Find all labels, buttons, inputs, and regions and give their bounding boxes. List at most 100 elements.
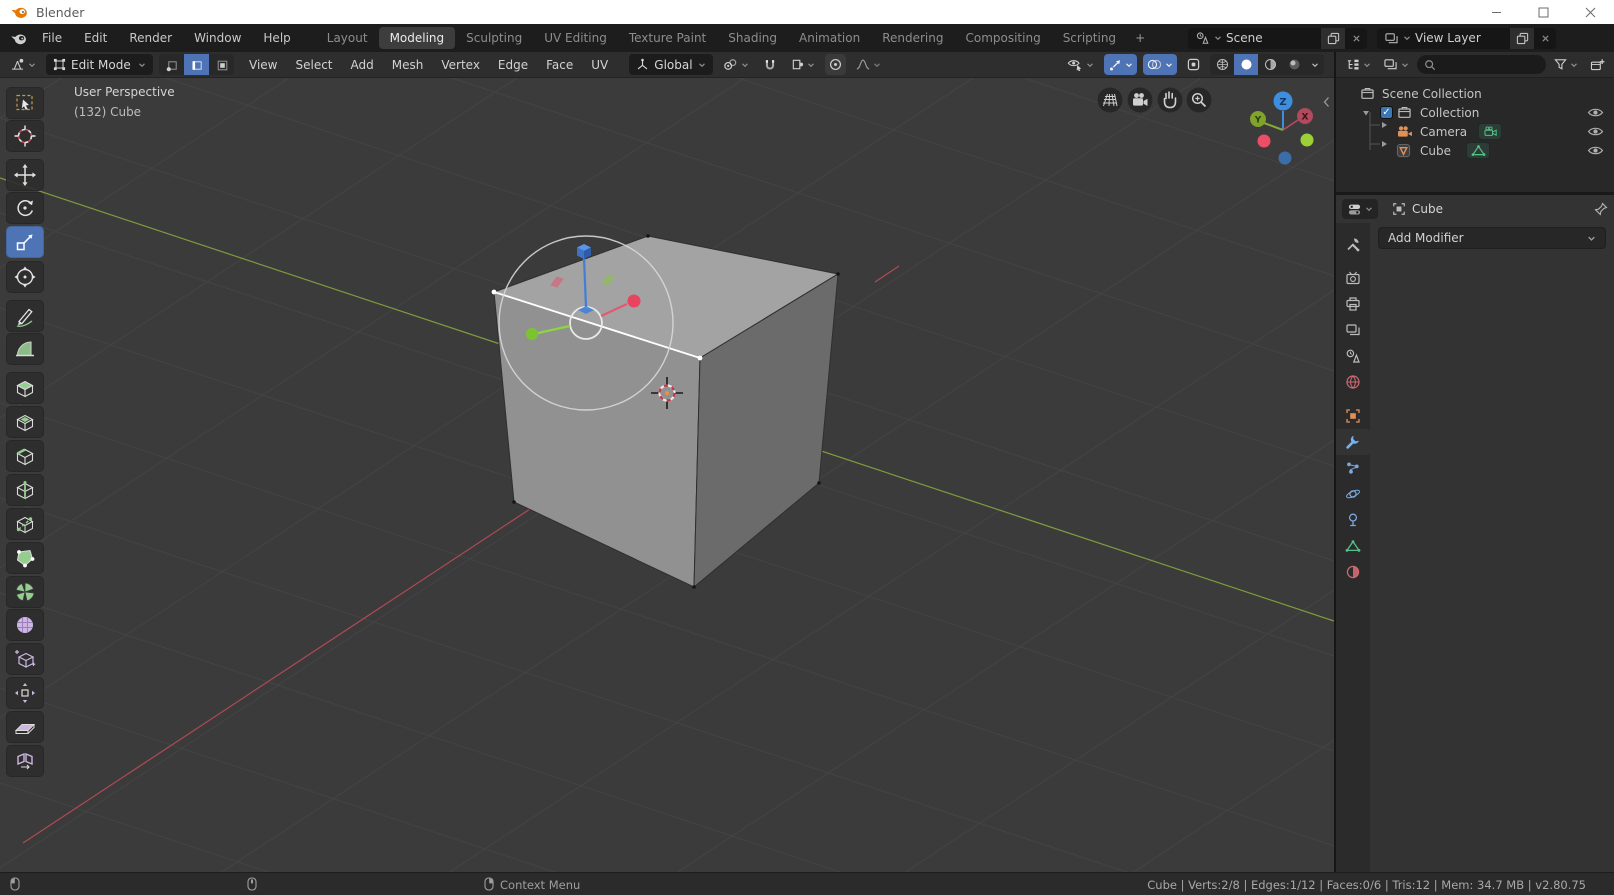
menu-add[interactable]: Add [342, 55, 383, 75]
tool-bevel[interactable] [6, 440, 44, 472]
navigation-gizmo[interactable]: Z Y X [1250, 92, 1314, 165]
properties-tab-modifiers[interactable] [1336, 429, 1370, 455]
face-select-button[interactable] [209, 54, 234, 75]
tool-inset-faces[interactable] [6, 406, 44, 438]
menu-vertex[interactable]: Vertex [432, 55, 489, 75]
mode-dropdown[interactable]: Edit Mode [46, 54, 153, 75]
menu-uv[interactable]: UV [582, 55, 617, 75]
shading-wireframe-button[interactable] [1210, 54, 1234, 75]
workspace-tab-compositing[interactable]: Compositing [954, 27, 1051, 49]
pivot-point-dropdown[interactable] [719, 54, 753, 75]
maximize-button[interactable] [1520, 0, 1567, 24]
xray-toggle-button[interactable] [1183, 54, 1204, 75]
properties-tab-tool[interactable] [1336, 231, 1370, 257]
workspace-tab-modeling[interactable]: Modeling [379, 27, 456, 49]
tool-transform[interactable] [6, 261, 44, 293]
vertex-select-button[interactable] [159, 54, 184, 75]
toggle-grid-button[interactable] [1098, 88, 1123, 113]
new-scene-button[interactable] [1321, 28, 1345, 49]
workspace-tab-texture-paint[interactable]: Texture Paint [618, 27, 717, 49]
add-modifier-dropdown[interactable]: Add Modifier [1378, 227, 1606, 249]
shading-options-dropdown[interactable] [1306, 54, 1324, 75]
workspace-tab-shading[interactable]: Shading [717, 27, 788, 49]
tool-smooth[interactable] [6, 609, 44, 641]
properties-tab-world[interactable] [1336, 369, 1370, 395]
workspace-tab-animation[interactable]: Animation [788, 27, 871, 49]
properties-tab-render[interactable] [1336, 265, 1370, 291]
outliner-row-camera[interactable]: Camera [1336, 122, 1614, 141]
snap-toggle-button[interactable] [759, 54, 781, 75]
viewport-canvas[interactable]: Z Y X [0, 78, 1334, 872]
blender-logo-mono-icon[interactable] [10, 31, 27, 46]
snap-settings-dropdown[interactable] [787, 54, 819, 75]
tool-shear[interactable] [6, 711, 44, 743]
hide-eye-icon[interactable] [1587, 144, 1604, 157]
tool-cursor[interactable] [6, 120, 44, 152]
unlink-scene-button[interactable] [1345, 28, 1367, 49]
properties-tab-physics[interactable] [1336, 481, 1370, 507]
minimize-button[interactable] [1473, 0, 1520, 24]
scene-selector[interactable]: Scene [1188, 28, 1367, 49]
tool-loop-cut[interactable] [6, 474, 44, 506]
menu-edit[interactable]: Edit [73, 27, 118, 49]
shading-material-button[interactable] [1258, 54, 1282, 75]
outliner-filter-button[interactable] [1550, 54, 1582, 75]
menu-mesh[interactable]: Mesh [383, 55, 433, 75]
object-visibility-dropdown[interactable] [1063, 54, 1098, 75]
proportional-editing-button[interactable] [825, 54, 846, 75]
shading-solid-button[interactable] [1234, 54, 1258, 75]
properties-tab-material[interactable] [1336, 559, 1370, 585]
menu-face[interactable]: Face [537, 55, 582, 75]
tool-extrude-region[interactable] [6, 372, 44, 404]
tool-move[interactable] [6, 159, 44, 191]
properties-tab-object[interactable] [1336, 403, 1370, 429]
tool-annotate[interactable] [6, 300, 44, 332]
outliner-row-cube[interactable]: Cube [1336, 141, 1614, 160]
hide-eye-icon[interactable] [1587, 125, 1604, 138]
tool-scale[interactable] [6, 226, 44, 258]
workspace-tab-rendering[interactable]: Rendering [871, 27, 954, 49]
remove-view-layer-button[interactable] [1534, 28, 1556, 49]
menu-select[interactable]: Select [286, 55, 341, 75]
tool-edge-slide[interactable] [6, 643, 44, 675]
outliner-editor-type-button[interactable] [1341, 54, 1375, 75]
properties-tab-object-data[interactable] [1336, 533, 1370, 559]
shading-rendered-button[interactable] [1282, 54, 1306, 75]
camera-data-icon[interactable] [1478, 123, 1502, 140]
outliner-display-mode-button[interactable] [1379, 54, 1413, 75]
properties-tab-view-layer[interactable] [1336, 317, 1370, 343]
menu-edge[interactable]: Edge [489, 55, 537, 75]
close-button[interactable] [1567, 0, 1614, 24]
tool-knife[interactable] [6, 508, 44, 540]
new-view-layer-button[interactable] [1510, 28, 1534, 49]
collapse-panel-icon[interactable] [1322, 96, 1331, 108]
pin-icon[interactable] [1594, 202, 1608, 216]
tool-shrink-fatten[interactable] [6, 677, 44, 709]
add-workspace-button[interactable]: + [1127, 27, 1153, 49]
menu-view[interactable]: View [240, 55, 286, 75]
zoom-button[interactable] [1187, 88, 1212, 113]
gizmos-dropdown[interactable] [1104, 54, 1137, 75]
tool-measure[interactable] [6, 333, 44, 365]
overlays-dropdown[interactable] [1143, 54, 1177, 75]
mesh-data-icon[interactable] [1466, 142, 1490, 159]
editor-type-button[interactable] [6, 54, 40, 75]
pan-hand-button[interactable] [1158, 88, 1183, 113]
new-collection-button[interactable] [1586, 54, 1609, 75]
tool-select-box[interactable] [6, 87, 44, 119]
workspace-tab-scripting[interactable]: Scripting [1052, 27, 1127, 49]
transform-orientation-dropdown[interactable]: Global [629, 54, 712, 75]
menu-window[interactable]: Window [183, 27, 252, 49]
properties-tab-constraints[interactable] [1336, 507, 1370, 533]
view-layer-selector[interactable]: View Layer [1377, 28, 1556, 49]
tool-rotate[interactable] [6, 192, 44, 224]
workspace-tab-layout[interactable]: Layout [316, 27, 379, 49]
menu-render[interactable]: Render [118, 27, 183, 49]
proportional-falloff-dropdown[interactable] [852, 54, 885, 75]
edge-select-button[interactable] [184, 54, 209, 75]
hide-eye-icon[interactable] [1587, 106, 1604, 119]
properties-tab-output[interactable] [1336, 291, 1370, 317]
camera-view-button[interactable] [1128, 88, 1153, 113]
menu-help[interactable]: Help [252, 27, 301, 49]
tool-spin[interactable] [6, 576, 44, 608]
